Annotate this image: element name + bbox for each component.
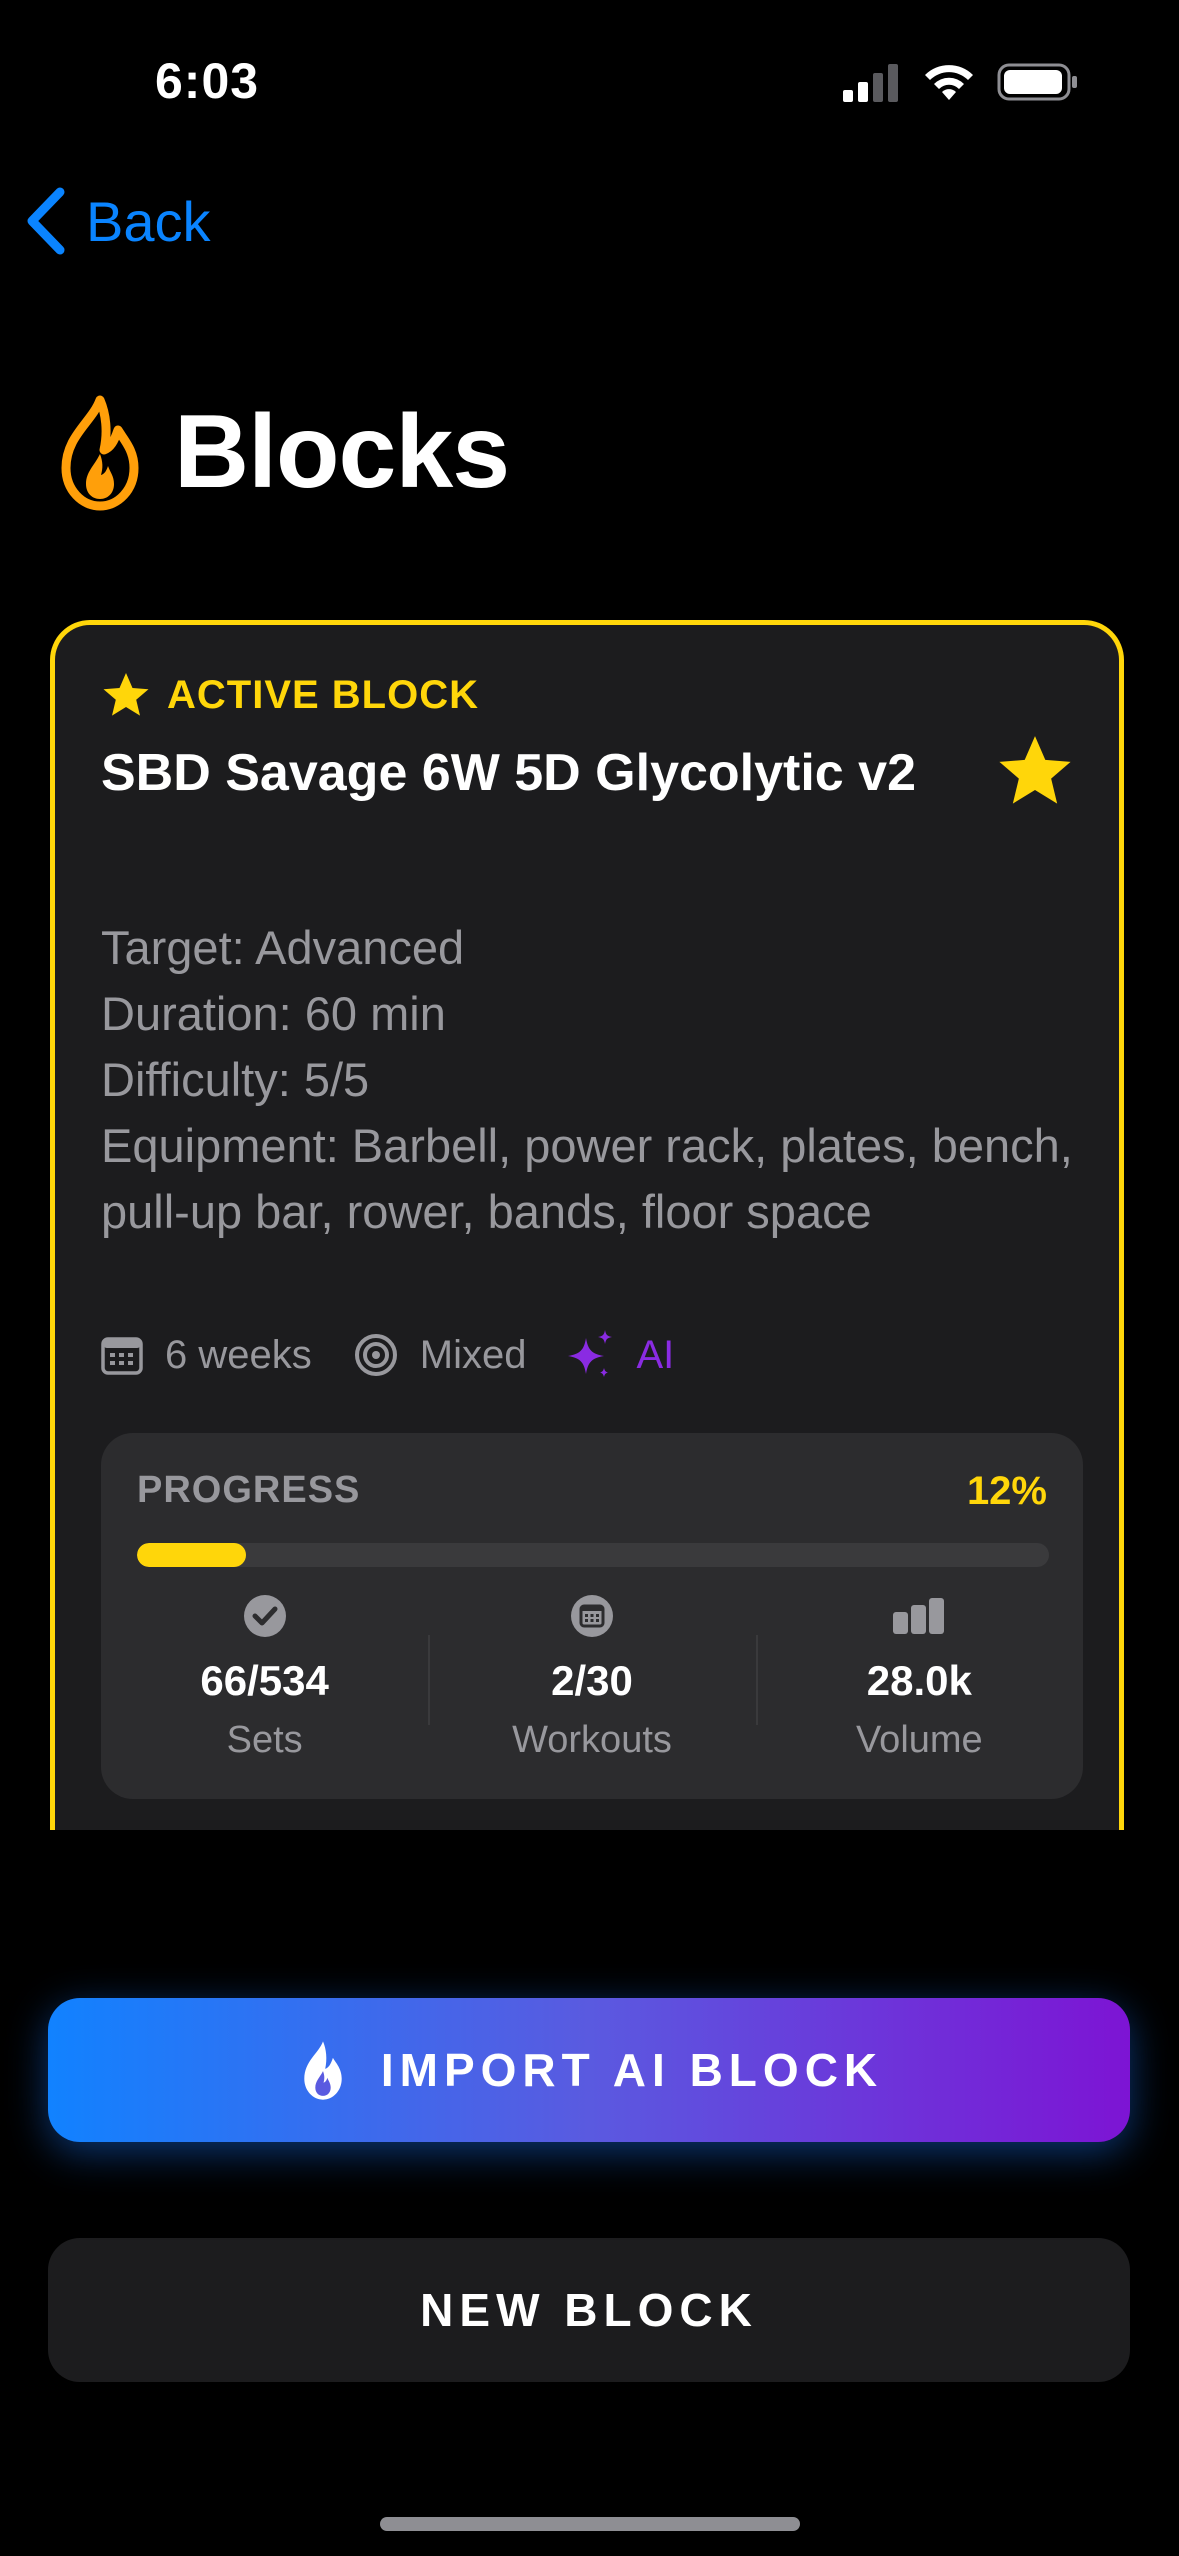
bar-chart-icon (893, 1598, 945, 1634)
progress-stats: 66/534 Sets 2/30 Workouts 28.0k Volume (101, 1593, 1083, 1783)
stat-label: Sets (226, 1719, 303, 1761)
calendar-icon (101, 1337, 143, 1375)
new-block-button[interactable]: NEW BLOCK (48, 2238, 1130, 2382)
stat-value: 28.0k (866, 1657, 972, 1704)
checkmark-circle-icon (243, 1595, 286, 1637)
favorite-button[interactable] (995, 733, 1075, 814)
detail-difficulty: Difficulty: 5/5 (101, 1053, 370, 1106)
status-icons (843, 62, 1079, 102)
back-button[interactable]: Back (24, 186, 211, 256)
stat-label: Volume (855, 1719, 983, 1761)
block-title: SBD Savage 6W 5D Glycolytic v2 (101, 744, 917, 802)
status-time: 6:03 (155, 53, 260, 109)
meta-type-label: Mixed (419, 1332, 527, 1377)
detail-target: Target: Advanced (101, 921, 465, 974)
back-label: Back (86, 189, 211, 253)
block-details: Target: Advanced Duration: 60 min Diffic… (101, 915, 1091, 1245)
stat-value: 66/534 (200, 1657, 329, 1704)
page-header: Blocks (52, 392, 510, 512)
stat-workouts: 2/30 Workouts (428, 1593, 755, 1783)
progress-bar (137, 1543, 1049, 1567)
block-meta: 6 weeks Mixed AI (101, 1330, 716, 1380)
flame-icon (61, 395, 139, 511)
stat-sets: 66/534 Sets (101, 1593, 428, 1783)
wifi-icon (925, 65, 973, 100)
target-icon (354, 1334, 397, 1376)
stat-value: 2/30 (551, 1657, 633, 1704)
stat-volume: 28.0k Volume (755, 1593, 1083, 1783)
detail-equipment: Equipment: Barbell, power rack, plates, … (101, 1119, 1073, 1238)
active-badge-label: ACTIVE BLOCK (167, 672, 479, 717)
sparkles-icon (568, 1330, 613, 1377)
progress-percent: 12% (966, 1469, 1047, 1513)
active-badge: ACTIVE BLOCK (101, 671, 479, 719)
battery-icon (997, 63, 1077, 101)
flame-icon (304, 2041, 342, 2100)
signal-icon (843, 64, 898, 102)
progress-label: PROGRESS (137, 1469, 361, 1511)
meta-ai-label: AI (636, 1332, 675, 1377)
import-ai-block-button[interactable]: IMPORT AI BLOCK (48, 1998, 1130, 2142)
progress-bar-fill (137, 1543, 247, 1567)
meta-weeks-label: 6 weeks (165, 1332, 312, 1377)
star-filled-icon (999, 736, 1071, 804)
detail-duration: Duration: 60 min (101, 987, 446, 1040)
home-indicator (380, 2517, 800, 2531)
chevron-left-icon (27, 187, 65, 255)
stat-label: Workouts (512, 1719, 672, 1761)
meta-type: Mixed (354, 1332, 527, 1378)
meta-weeks: 6 weeks (101, 1333, 312, 1378)
page-title: Blocks (174, 393, 510, 510)
new-block-label: NEW BLOCK (420, 2284, 758, 2336)
import-ai-block-label: IMPORT AI BLOCK (380, 2044, 884, 2096)
active-block-card[interactable]: ACTIVE BLOCK SBD Savage 6W 5D Glycolytic… (50, 620, 1124, 1830)
progress-panel: PROGRESS 12% 66/534 Sets 2/30 Workouts 2… (101, 1433, 1083, 1799)
calendar-icon (570, 1595, 613, 1637)
meta-ai: AI (568, 1330, 674, 1380)
star-icon (103, 673, 149, 716)
